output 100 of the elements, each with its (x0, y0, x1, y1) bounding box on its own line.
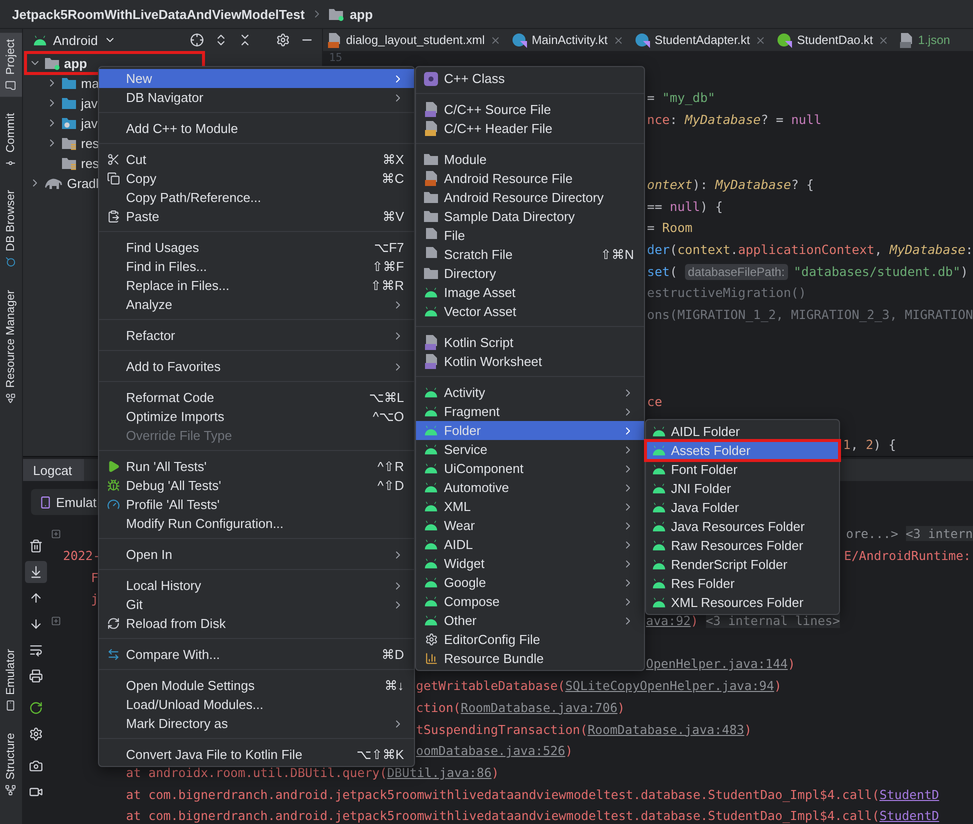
menu-item[interactable]: Compose (416, 592, 644, 611)
menu-item[interactable]: Resource Bundle (416, 649, 644, 668)
menu-item[interactable]: New (99, 69, 414, 88)
menu-item[interactable]: Sample Data Directory (416, 207, 644, 226)
menu-item[interactable]: Run 'All Tests' ^⇧R (99, 457, 414, 476)
tree-item[interactable]: jav (26, 113, 98, 133)
module-name[interactable]: app (350, 6, 373, 22)
menu-item[interactable]: Raw Resources Folder (646, 536, 839, 555)
menu-item[interactable]: Compare With... ⌘D (99, 645, 414, 664)
expand-fold-icon[interactable] (51, 528, 61, 539)
menu-item[interactable]: Android Resource Directory (416, 188, 644, 207)
shortcut-text: ⌥⌘L (368, 390, 404, 405)
menu-item[interactable]: Directory (416, 264, 644, 283)
menu-item[interactable]: Load/Unload Modules... (99, 695, 414, 714)
menu-item[interactable]: Reformat Code ⌥⌘L (99, 388, 414, 407)
menu-item[interactable]: Google (416, 573, 644, 592)
menu-item[interactable]: AIDL (416, 535, 644, 554)
menu-item[interactable]: Kotlin Worksheet (416, 352, 644, 371)
expand-fold-icon[interactable] (51, 616, 61, 626)
close-icon[interactable] (490, 34, 501, 46)
scroll-to-end-icon (29, 565, 43, 579)
tool-window-button[interactable]: Resource Manager (0, 284, 22, 410)
menu-item[interactable]: Modify Run Configuration... (99, 514, 414, 533)
menu-item[interactable]: Java Resources Folder (646, 517, 839, 536)
menu-item[interactable]: Mark Directory as (99, 714, 414, 733)
menu-item[interactable]: Automotive (416, 478, 644, 497)
scissors-icon (106, 153, 120, 166)
menu-item[interactable]: Analyze (99, 295, 414, 314)
menu-item[interactable]: Activity (416, 383, 644, 402)
menu-item[interactable]: Copy ⌘C (99, 169, 414, 188)
tool-window-button[interactable]: DB Browser (0, 184, 22, 274)
menu-item[interactable]: Find Usages ⌥F7 (99, 238, 414, 257)
menu-item[interactable]: Widget (416, 554, 644, 573)
editor-tab[interactable]: MainActivity.kt (506, 29, 630, 51)
menu-item[interactable]: JNI Folder (646, 479, 839, 498)
tree-item[interactable]: ma (26, 73, 100, 93)
android-folder-icon (652, 521, 666, 532)
menu-item[interactable]: UiComponent (416, 459, 644, 478)
menu-item[interactable]: Convert Java File to Kotlin File ⌥⇧⌘K (99, 745, 414, 764)
menu-item[interactable]: Find in Files... ⇧⌘F (99, 257, 414, 276)
menu-item[interactable]: Git (99, 595, 414, 614)
menu-item[interactable]: Replace in Files... ⇧⌘R (99, 276, 414, 295)
logcat-tab[interactable]: Logcat (23, 459, 84, 481)
menu-item[interactable]: Vector Asset (416, 302, 644, 321)
editor-tab[interactable]: 1.json (895, 29, 956, 51)
tool-window-button[interactable]: Commit (0, 106, 22, 174)
menu-item[interactable]: Open In (99, 545, 414, 564)
menu-item[interactable]: DB Navigator (99, 88, 414, 107)
menu-item[interactable]: Assets Folder (646, 441, 839, 460)
editor-tab[interactable]: StudentAdapter.kt (630, 29, 772, 51)
menu-item[interactable]: Android Resource File (416, 169, 644, 188)
menu-item[interactable]: Add C++ to Module (99, 119, 414, 138)
menu-item[interactable]: XML (416, 497, 644, 516)
menu-item[interactable]: Res Folder (646, 574, 839, 593)
editor-tab[interactable]: dialog_layout_student.xml (323, 29, 507, 51)
menu-item[interactable]: Scratch File ⇧⌘N (416, 245, 644, 264)
menu-item[interactable]: Add to Favorites (99, 357, 414, 376)
menu-item[interactable]: Optimize Imports ^⌥O (99, 407, 414, 426)
tool-window-button[interactable]: Emulator (0, 643, 22, 718)
scroll-to-end-button[interactable] (25, 561, 47, 583)
menu-item[interactable]: Other (416, 611, 644, 630)
project-name[interactable]: Jetpack5RoomWithLiveDataAndViewModelTest (12, 6, 305, 22)
menu-item[interactable]: Refactor (99, 326, 414, 345)
android-icon (424, 615, 438, 626)
menu-item[interactable]: Java Folder (646, 498, 839, 517)
menu-item[interactable]: Kotlin Script (416, 333, 644, 352)
menu-item[interactable]: Open Module Settings ⌘↓ (99, 676, 414, 695)
menu-item[interactable]: XML Resources Folder (646, 593, 839, 612)
menu-item[interactable]: EditorConfig File (416, 630, 644, 649)
menu-item[interactable]: Reload from Disk (99, 614, 414, 633)
menu-item[interactable]: Local History (99, 576, 414, 595)
menu-item[interactable]: C/C++ Header File (416, 119, 644, 138)
menu-item[interactable]: C++ Class (416, 69, 644, 88)
menu-item[interactable]: Image Asset (416, 283, 644, 302)
menu-item[interactable]: Folder (416, 421, 644, 440)
menu-item[interactable]: Cut ⌘X (99, 150, 414, 169)
close-icon[interactable] (878, 34, 890, 46)
menu-item[interactable]: Module (416, 150, 644, 169)
menu-item[interactable]: File (416, 226, 644, 245)
close-icon[interactable] (754, 34, 766, 46)
locate-icon[interactable] (190, 33, 204, 47)
editor-tab[interactable]: StudentDao.kt (772, 29, 896, 51)
tree-item[interactable]: Gradl (26, 173, 99, 193)
tool-window-button[interactable]: Structure (0, 727, 22, 802)
menu-item[interactable]: Wear (416, 516, 644, 535)
tree-item[interactable]: res (26, 133, 100, 153)
menu-item[interactable]: Service (416, 440, 644, 459)
view-selector[interactable]: Android (33, 32, 116, 48)
tool-window-button[interactable]: Project (0, 33, 22, 97)
menu-item[interactable]: Paste ⌘V (99, 207, 414, 226)
menu-item[interactable]: Font Folder (646, 460, 839, 479)
menu-item[interactable]: C/C++ Source File (416, 100, 644, 119)
settings-icon[interactable] (276, 33, 290, 47)
menu-item[interactable]: RenderScript Folder (646, 555, 839, 574)
menu-item[interactable]: Copy Path/Reference... (99, 188, 414, 207)
tree-item[interactable]: jav (26, 93, 98, 113)
tree-item[interactable]: res (26, 153, 100, 173)
menu-item[interactable]: Fragment (416, 402, 644, 421)
menu-item[interactable]: AIDL Folder (646, 422, 839, 441)
close-icon[interactable] (612, 34, 624, 46)
